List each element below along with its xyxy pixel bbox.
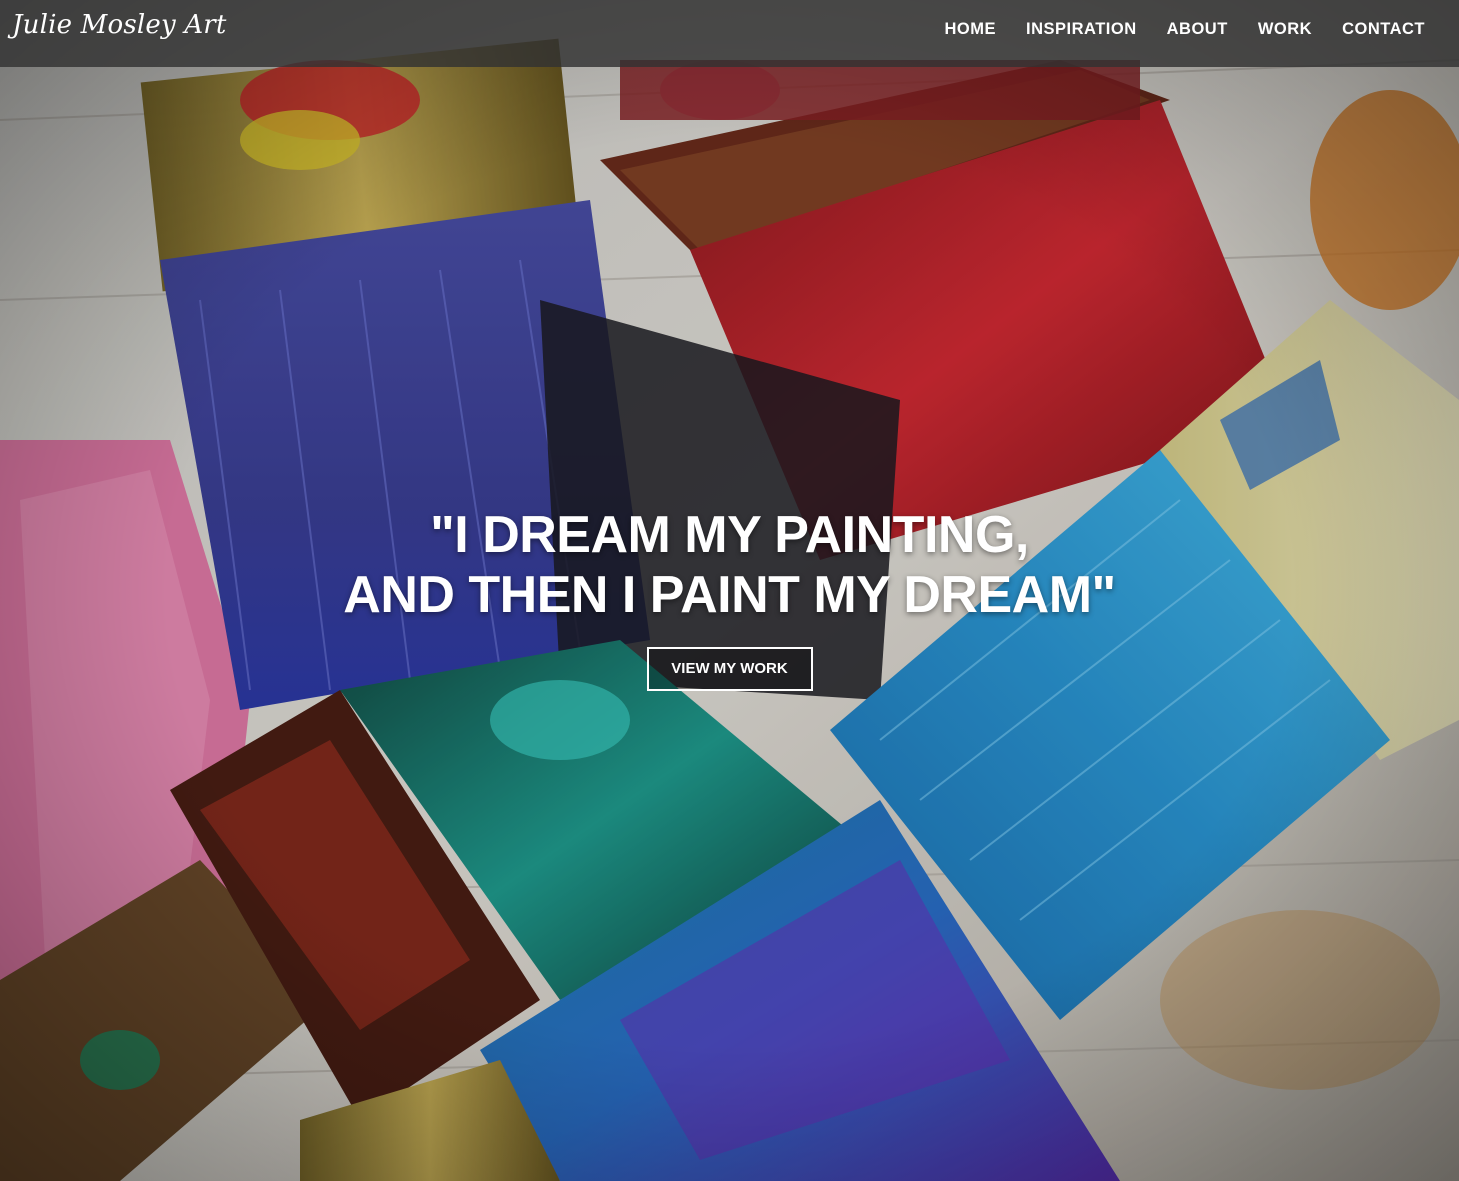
nav-item-contact[interactable]: CONTACT (1342, 20, 1425, 39)
main-nav: HOME INSPIRATION ABOUT WORK CONTACT (945, 20, 1425, 39)
nav-item-work[interactable]: WORK (1258, 20, 1312, 39)
hero-quote: "I DREAM MY PAINTING, AND THEN I PAINT M… (0, 505, 1459, 625)
nav-item-home[interactable]: HOME (945, 20, 997, 39)
hero-content: "I DREAM MY PAINTING, AND THEN I PAINT M… (0, 505, 1459, 691)
navbar: Julie Mosley Art HOME INSPIRATION ABOUT … (0, 0, 1459, 67)
nav-item-about[interactable]: ABOUT (1167, 20, 1228, 39)
hero-quote-line-2: AND THEN I PAINT MY DREAM" (343, 566, 1116, 624)
hero-quote-line-1: "I DREAM MY PAINTING, (430, 506, 1029, 564)
page: Julie Mosley Art HOME INSPIRATION ABOUT … (0, 0, 1459, 1181)
nav-item-inspiration[interactable]: INSPIRATION (1026, 20, 1137, 39)
view-my-work-button[interactable]: VIEW MY WORK (646, 647, 813, 691)
brand-logo[interactable]: Julie Mosley Art (12, 10, 227, 40)
